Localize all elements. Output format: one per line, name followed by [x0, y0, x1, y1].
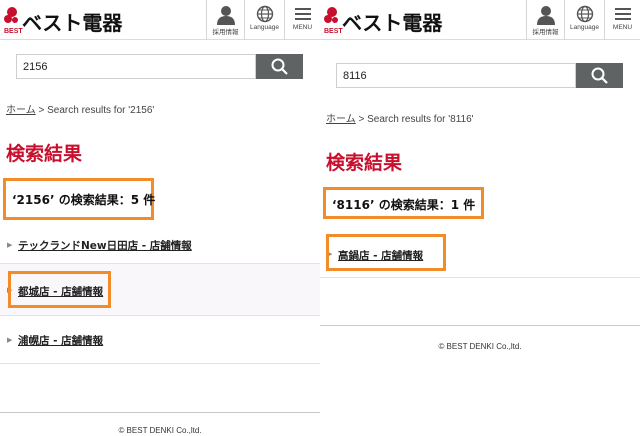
- result-count: ‘8116’ の検索結果：1 件: [323, 187, 484, 219]
- search-icon: [271, 58, 288, 75]
- breadcrumb-current: > Search results for '2156': [35, 105, 155, 116]
- breadcrumb-home-link[interactable]: ホーム: [6, 105, 36, 116]
- copyright: © BEST DENKI Co.,ltd.: [118, 426, 202, 435]
- language-button[interactable]: Language: [244, 0, 284, 40]
- recruit-label: 採用情報: [212, 29, 239, 36]
- page-title: 検索結果: [326, 152, 403, 174]
- brand-name: ベスト電器: [22, 11, 123, 35]
- footer-divider: [320, 325, 640, 326]
- page-title: 検索結果: [6, 143, 83, 165]
- search-bar: [16, 54, 303, 79]
- search-button[interactable]: [576, 63, 623, 88]
- language-label: Language: [250, 24, 279, 31]
- language-label: Language: [570, 24, 599, 31]
- language-button[interactable]: Language: [564, 0, 604, 40]
- logo-mark-icon: [4, 7, 18, 23]
- search-button[interactable]: [256, 54, 303, 79]
- brand-sub: BEST: [324, 28, 343, 35]
- person-icon: [536, 6, 555, 25]
- comparison-screenshot: ベスト電器 BEST 採用情報 Language MENU 2156 ホーム >…: [0, 0, 640, 436]
- result-item: ▶ テックランドNew日田店 - 店舗情報: [0, 232, 320, 264]
- phone-screen-left: ベスト電器 BEST 採用情報 Language MENU 2156 ホーム >…: [0, 0, 320, 436]
- footer-divider: [0, 412, 320, 413]
- triangle-bullet-icon: ▶: [7, 337, 13, 344]
- result-count: ‘2156’ の検索結果：5 件: [3, 178, 155, 220]
- site-header: ベスト電器 BEST 採用情報 Language MENU: [0, 0, 320, 40]
- result-item: ▶ 浦幌店 - 店舗情報: [0, 316, 320, 364]
- hamburger-icon: [614, 8, 631, 20]
- globe-icon: [576, 5, 593, 23]
- search-icon: [591, 67, 608, 84]
- brand-name: ベスト電器: [342, 11, 443, 35]
- globe-icon: [256, 5, 273, 23]
- phone-screen-right: ベスト電器 BEST 採用情報 Language MENU 8116 ホーム >…: [320, 0, 640, 436]
- search-bar: [336, 63, 623, 88]
- hamburger-icon: [294, 8, 311, 20]
- triangle-bullet-icon: ▶: [7, 242, 13, 249]
- result-link[interactable]: 浦幌店 - 店舗情報: [18, 333, 103, 348]
- breadcrumb-current: > Search results for '8116': [355, 114, 474, 125]
- breadcrumb-home-link[interactable]: ホーム: [326, 114, 356, 125]
- recruit-button[interactable]: 採用情報: [526, 0, 564, 40]
- menu-label: MENU: [292, 24, 313, 31]
- search-input[interactable]: [336, 63, 576, 88]
- brand-logo[interactable]: ベスト電器 BEST: [324, 6, 444, 36]
- search-input[interactable]: [16, 54, 256, 79]
- site-header: ベスト電器 BEST 採用情報 Language MENU: [320, 0, 640, 40]
- brand-sub: BEST: [4, 28, 23, 35]
- menu-button[interactable]: MENU: [604, 0, 640, 40]
- menu-label: MENU: [612, 24, 633, 31]
- menu-button[interactable]: MENU: [284, 0, 320, 40]
- recruit-button[interactable]: 採用情報: [206, 0, 244, 40]
- logo-mark-icon: [324, 7, 338, 23]
- breadcrumb: ホーム > Search results for '2156': [6, 101, 154, 116]
- breadcrumb: ホーム > Search results for '8116': [326, 110, 474, 125]
- highlight-box: [8, 271, 111, 308]
- brand-logo[interactable]: ベスト電器 BEST: [4, 6, 124, 36]
- copyright: © BEST DENKI Co.,ltd.: [438, 342, 522, 351]
- highlight-box: [326, 234, 446, 271]
- recruit-label: 採用情報: [532, 29, 559, 36]
- person-icon: [216, 6, 235, 25]
- result-link[interactable]: テックランドNew日田店 - 店舗情報: [18, 238, 192, 253]
